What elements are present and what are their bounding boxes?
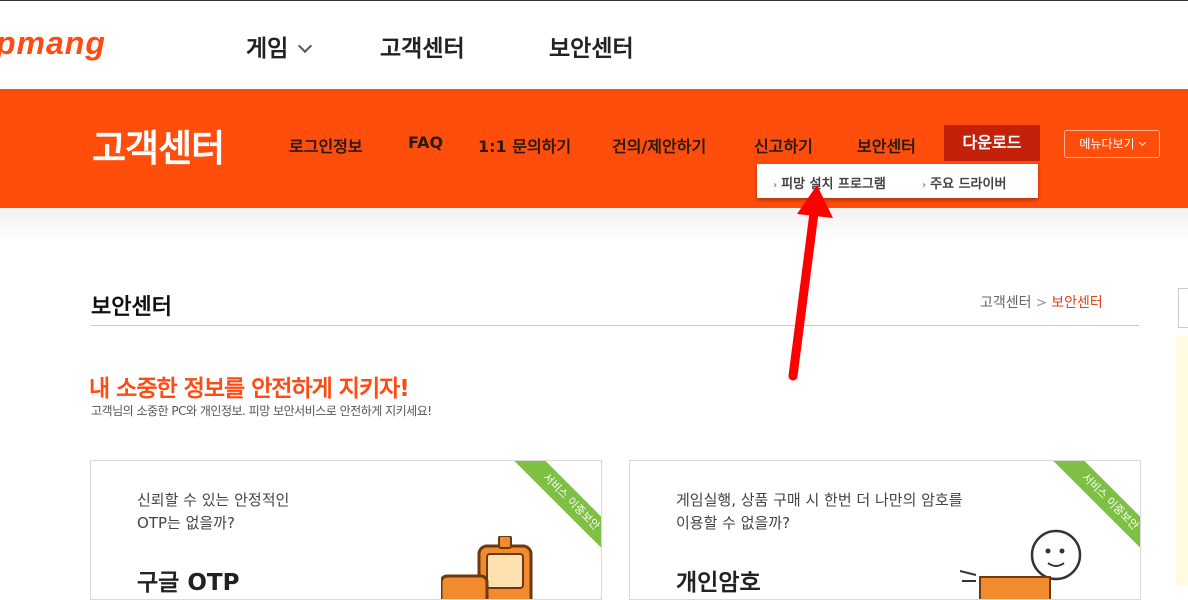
annotation-arrow-icon (788, 185, 833, 381)
